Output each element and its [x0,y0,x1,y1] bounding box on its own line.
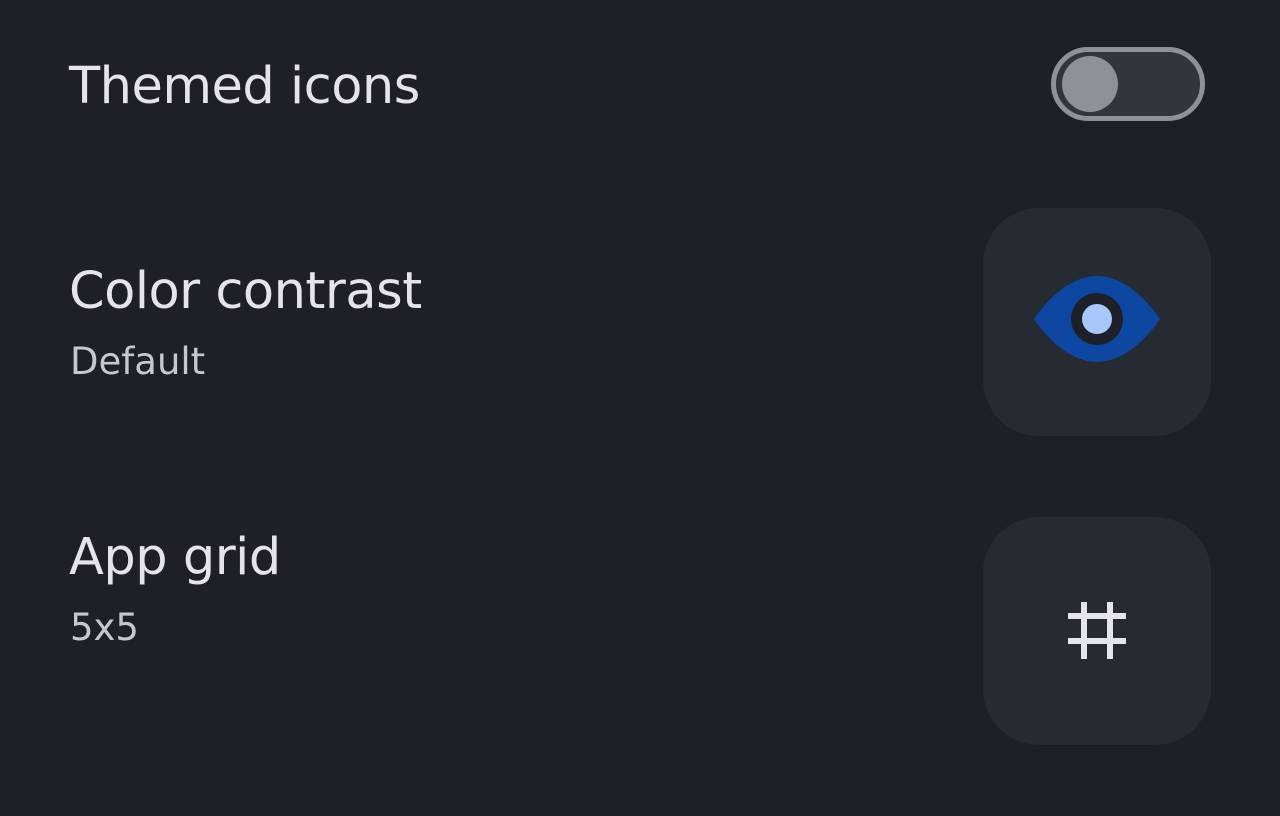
color-contrast-value: Default [70,340,206,383]
eye-icon [1034,276,1160,362]
app-grid-title: App grid [69,528,281,587]
themed-icons-title: Themed icons [69,57,420,116]
themed-icons-toggle[interactable] [1051,47,1205,121]
color-contrast-title: Color contrast [69,262,422,321]
grid-icon [1068,602,1126,659]
app-grid-row[interactable]: App grid 5x5 [0,470,1280,816]
toggle-knob [1062,56,1118,112]
color-contrast-button[interactable] [983,208,1211,436]
app-grid-button[interactable] [983,517,1211,745]
themed-icons-row[interactable]: Themed icons [0,0,1280,170]
color-contrast-row[interactable]: Color contrast Default [0,170,1280,470]
app-grid-value: 5x5 [70,606,139,649]
